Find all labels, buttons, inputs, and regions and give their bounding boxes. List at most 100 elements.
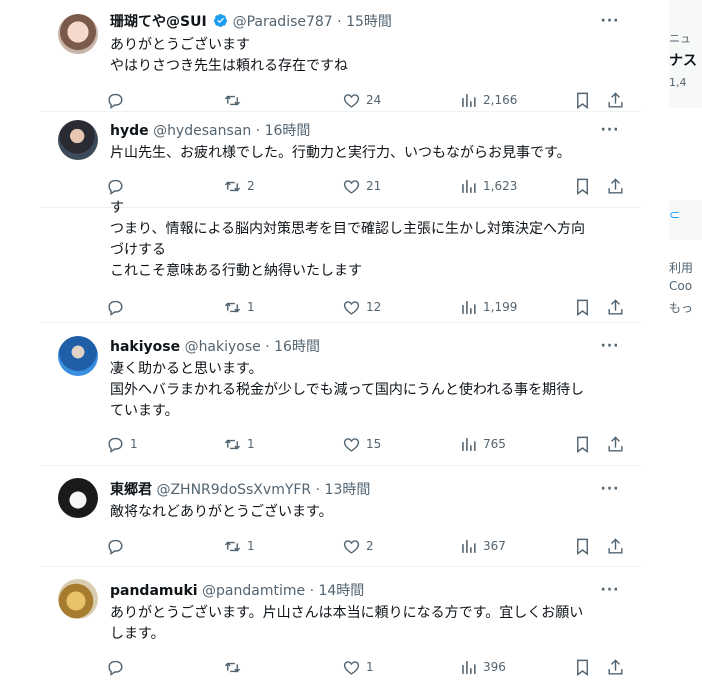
like-count: 21: [366, 179, 382, 193]
tweet-item[interactable]: す つまり、情報による脳内対策思考を目で確認し主張に生かし対策決定へ方向 づけす…: [40, 200, 642, 323]
user-handle[interactable]: @pandamtime: [202, 583, 305, 599]
like-button[interactable]: 2: [342, 536, 374, 556]
display-name[interactable]: 東郷君: [110, 482, 152, 498]
reply-count: 1: [130, 437, 138, 451]
avatar[interactable]: [58, 336, 98, 376]
tweet-header: 珊瑚てや@SUI @Paradise787 · 15時間: [110, 13, 392, 31]
share-button[interactable]: [606, 297, 625, 317]
tweet-item[interactable]: hakiyose @hakiyose · 16時間 ··· 凄く助かると思います…: [40, 323, 642, 466]
like-button[interactable]: 12: [342, 297, 381, 317]
display-name[interactable]: hyde: [110, 123, 149, 139]
tweet-item[interactable]: pandamuki @pandamtime · 14時間 ··· ありがとうござ…: [40, 567, 642, 684]
tweet-header: hakiyose @hakiyose · 16時間: [110, 338, 320, 356]
share-button[interactable]: [606, 176, 625, 196]
retweet-button[interactable]: [223, 657, 247, 677]
tweet-time[interactable]: 16時間: [265, 123, 311, 139]
more-options-icon[interactable]: ···: [600, 14, 620, 33]
share-button[interactable]: [606, 434, 625, 454]
trend-title[interactable]: ナス: [669, 50, 697, 70]
analytics-icon: [462, 539, 476, 553]
user-handle[interactable]: @Paradise787: [233, 14, 333, 30]
share-icon: [608, 435, 623, 452]
more-options-icon[interactable]: ···: [600, 583, 620, 602]
views-count: 367: [483, 539, 506, 553]
bookmark-button[interactable]: [573, 536, 592, 556]
views-button[interactable]: 765: [459, 434, 506, 454]
tweet-text-line: これこそ意味ある行動と納得いたします: [110, 263, 362, 279]
retweet-button[interactable]: [223, 90, 247, 110]
retweet-count: 1: [247, 437, 255, 451]
user-handle[interactable]: @hakiyose: [185, 339, 261, 355]
avatar[interactable]: [58, 120, 98, 160]
retweet-count: 1: [247, 539, 255, 553]
like-button[interactable]: 24: [342, 90, 381, 110]
tweet-text-line: つまり、情報による脳内対策思考を目で確認し主張に生かし対策決定へ方向: [110, 221, 586, 237]
views-button[interactable]: 2,166: [459, 90, 517, 110]
share-button[interactable]: [606, 536, 625, 556]
tweet-time[interactable]: 15時間: [346, 14, 392, 30]
views-button[interactable]: 1,199: [459, 297, 517, 317]
retweet-button[interactable]: 2: [223, 176, 255, 196]
footer-link[interactable]: Coo: [669, 279, 692, 293]
reply-button[interactable]: [106, 90, 130, 110]
bookmark-icon: [577, 92, 588, 109]
avatar[interactable]: [58, 579, 98, 619]
bookmark-button[interactable]: [573, 434, 592, 454]
tweet-time[interactable]: 16時間: [274, 339, 320, 355]
retweet-button[interactable]: 1: [223, 434, 255, 454]
more-options-icon[interactable]: ···: [600, 482, 620, 501]
retweet-button[interactable]: 1: [223, 536, 255, 556]
tweet-text-line: ありがとうございます: [110, 37, 250, 53]
tweet-text-line: 敵将なれどありがとうございます。: [110, 504, 333, 520]
tweet-item[interactable]: hyde @hydesansan · 16時間 ··· 片山先生、お疲れ様でした…: [40, 112, 642, 208]
verified-badge-icon: [214, 13, 228, 28]
like-button[interactable]: 15: [342, 434, 381, 454]
like-button[interactable]: 21: [342, 176, 381, 196]
reply-button[interactable]: [106, 536, 130, 556]
tweet-text-line: づけする: [110, 242, 166, 258]
like-button[interactable]: 1: [342, 657, 374, 677]
views-count: 2,166: [483, 93, 518, 107]
tweet-header: pandamuki @pandamtime · 14時間: [110, 582, 364, 600]
views-button[interactable]: 1,623: [459, 176, 517, 196]
share-button[interactable]: [606, 657, 625, 677]
more-options-icon[interactable]: ···: [600, 339, 620, 358]
display-name[interactable]: pandamuki: [110, 583, 198, 599]
reply-button[interactable]: 1: [106, 434, 138, 454]
tweet-text: す つまり、情報による脳内対策思考を目で確認し主張に生かし対策決定へ方向 づけす…: [110, 198, 625, 282]
avatar[interactable]: [58, 478, 98, 518]
user-handle[interactable]: @hydesansan: [153, 123, 251, 139]
reply-button[interactable]: [106, 176, 130, 196]
show-more-icon[interactable]: ⊂: [669, 208, 680, 223]
reply-button[interactable]: [106, 297, 130, 317]
user-handle[interactable]: @ZHNR9doSsXvmYFR: [156, 482, 311, 498]
retweet-button[interactable]: 1: [223, 297, 255, 317]
footer-link[interactable]: 利用: [669, 259, 693, 276]
heart-icon: [343, 539, 360, 554]
reply-icon: [108, 93, 123, 109]
tweet-item[interactable]: 珊瑚てや@SUI @Paradise787 · 15時間 ··· ありがとうござ…: [40, 0, 642, 112]
reply-button[interactable]: [106, 657, 130, 677]
views-button[interactable]: 396: [459, 657, 506, 677]
separator-dot: ·: [337, 14, 342, 30]
separator-dot: ·: [265, 339, 270, 355]
tweet-item[interactable]: 東郷君 @ZHNR9doSsXvmYFR · 13時間 ··· 敵将なれどありが…: [40, 466, 642, 567]
bookmark-icon: [577, 659, 588, 676]
tweet-actions: 1 2 367: [106, 536, 626, 556]
tweet-time[interactable]: 14時間: [318, 583, 364, 599]
tweet-time[interactable]: 13時間: [325, 482, 371, 498]
avatar[interactable]: [58, 14, 98, 54]
bookmark-button[interactable]: [573, 176, 592, 196]
retweet-count: 1: [247, 300, 255, 314]
more-options-icon[interactable]: ···: [600, 123, 620, 142]
tweet-text-line: やはりさつき先生は頼れる存在ですね: [110, 58, 348, 74]
tweet-text-line: 凄く助かると思います。: [110, 361, 263, 377]
footer-link[interactable]: もっ: [669, 299, 693, 316]
display-name[interactable]: 珊瑚てや@SUI: [110, 14, 207, 30]
bookmark-button[interactable]: [573, 90, 592, 110]
display-name[interactable]: hakiyose: [110, 339, 180, 355]
bookmark-button[interactable]: [573, 657, 592, 677]
views-button[interactable]: 367: [459, 536, 506, 556]
share-button[interactable]: [606, 90, 625, 110]
bookmark-button[interactable]: [573, 297, 592, 317]
